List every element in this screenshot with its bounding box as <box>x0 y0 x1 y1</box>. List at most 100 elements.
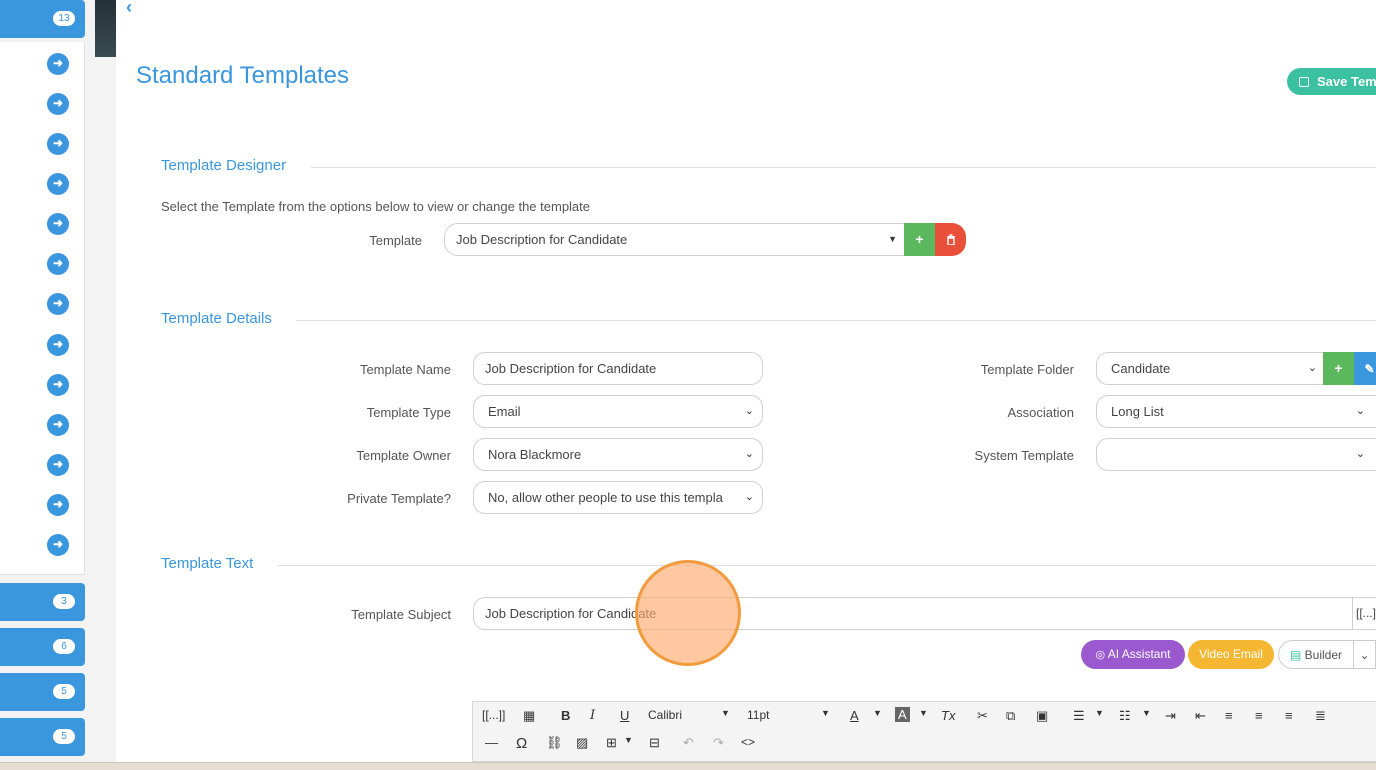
sidebar-group-item[interactable]: 5 <box>0 718 85 756</box>
table-icon[interactable]: ⊞ <box>606 735 617 751</box>
arrow-right-icon[interactable]: ➜ <box>47 293 69 315</box>
count-badge: 5 <box>53 684 75 699</box>
chevron-down-icon: ⌄ <box>1307 362 1317 374</box>
highlight-color-button[interactable]: A <box>895 707 910 722</box>
template-name-label: Template Name <box>359 362 451 377</box>
undo-icon[interactable]: ↶ <box>683 735 694 751</box>
arrow-right-icon[interactable]: ➜ <box>47 213 69 235</box>
click-indicator <box>635 560 741 666</box>
arrow-right-icon[interactable]: ➜ <box>47 53 69 75</box>
arrow-right-icon[interactable]: ➜ <box>47 173 69 195</box>
template-block-icon[interactable]: ▦ <box>523 708 535 724</box>
underline-button[interactable]: U <box>620 708 629 723</box>
font-family-select[interactable]: Calibri <box>648 708 682 722</box>
chevron-down-icon: ⌄ <box>1355 448 1365 460</box>
builder-icon: ▤ <box>1289 648 1302 662</box>
trash-icon <box>946 234 955 246</box>
caret-down-icon[interactable]: ▼ <box>919 708 928 718</box>
builder-button[interactable]: ▤ Builder <box>1278 640 1354 669</box>
arrow-right-icon[interactable]: ➜ <box>47 414 69 436</box>
ai-assistant-button[interactable]: ◎ AI Assistant <box>1081 640 1185 669</box>
caret-down-icon[interactable]: ▼ <box>721 708 730 718</box>
caret-down-icon[interactable]: ▼ <box>1095 708 1104 718</box>
cut-icon[interactable]: ✂ <box>977 708 988 724</box>
count-badge: 6 <box>53 639 75 654</box>
copy-icon[interactable]: ⧉ <box>1006 708 1015 724</box>
count-badge: 3 <box>53 594 75 609</box>
align-center-icon[interactable]: ≡ <box>1255 708 1263 723</box>
page-break-icon[interactable]: ⊟ <box>649 735 660 751</box>
indent-icon[interactable]: ⇥ <box>1165 708 1176 724</box>
source-code-button[interactable]: <> <box>741 735 755 749</box>
paste-icon[interactable]: ▣ <box>1036 708 1048 724</box>
arrow-right-icon[interactable]: ➜ <box>47 133 69 155</box>
template-type-label: Template Type <box>366 405 451 420</box>
divider <box>278 565 1376 566</box>
arrow-right-icon[interactable]: ➜ <box>47 454 69 476</box>
sidebar-header-item[interactable]: 13 <box>0 0 85 38</box>
template-folder-select[interactable]: Candidate ⌄ <box>1096 352 1326 385</box>
sidebar-group-item[interactable]: 5 <box>0 673 85 711</box>
justify-icon[interactable]: ≣ <box>1315 708 1326 724</box>
arrow-right-icon[interactable]: ➜ <box>47 334 69 356</box>
section-title-details: Template Details <box>161 310 272 327</box>
arrow-right-icon[interactable]: ➜ <box>47 494 69 516</box>
merge-field-tool[interactable]: [[...]] <box>482 708 505 722</box>
editor-toolbar: [[...]] ▦ B I U Calibri ▼ 11pt ▼ A ▼ A ▼… <box>472 701 1376 762</box>
arrow-right-icon[interactable]: ➜ <box>47 534 69 556</box>
align-right-icon[interactable]: ≡ <box>1285 708 1293 723</box>
private-template-label: Private Template? <box>347 491 451 506</box>
add-folder-button[interactable]: + <box>1323 352 1354 385</box>
sidebar-group-item[interactable]: 3 <box>0 583 85 621</box>
outdent-icon[interactable]: ⇤ <box>1195 708 1206 724</box>
template-subject-label: Template Subject <box>351 607 451 622</box>
template-type-select[interactable]: Email ⌄ <box>473 395 763 428</box>
numbered-list-icon[interactable]: ☷ <box>1119 708 1131 724</box>
bold-button[interactable]: B <box>561 708 570 723</box>
video-email-button[interactable]: Video Email <box>1188 640 1274 669</box>
template-name-input[interactable]: Job Description for Candidate <box>473 352 763 385</box>
special-char-button[interactable]: Ω <box>516 735 527 752</box>
arrow-right-icon[interactable]: ➜ <box>47 93 69 115</box>
horizontal-rule-icon[interactable]: — <box>485 735 498 750</box>
template-select[interactable]: Job Description for Candidate ▼ <box>444 223 906 256</box>
chat-icon: ◎ <box>1095 649 1106 661</box>
italic-button[interactable]: I <box>590 708 595 723</box>
builder-dropdown-button[interactable]: ⌄ <box>1354 640 1376 669</box>
system-template-label: System Template <box>974 448 1074 463</box>
edit-folder-button[interactable]: ✎ <box>1354 352 1376 385</box>
section-title-designer: Template Designer <box>161 157 287 174</box>
back-chevron-icon[interactable]: ‹ <box>126 0 132 18</box>
association-select[interactable]: Long List ⌄ <box>1096 395 1376 428</box>
redo-icon[interactable]: ↷ <box>713 735 724 751</box>
caret-down-icon[interactable]: ▼ <box>821 708 830 718</box>
merge-field-button[interactable]: [[...]] <box>1352 597 1376 630</box>
template-label: Template <box>369 233 422 248</box>
sidebar-group-item[interactable]: 6 <box>0 628 85 666</box>
add-template-button[interactable]: + <box>904 223 935 256</box>
helper-text: Select the Template from the options bel… <box>161 199 591 214</box>
text-color-button[interactable]: A <box>850 708 859 723</box>
bullet-list-icon[interactable]: ☰ <box>1073 708 1085 724</box>
template-owner-select[interactable]: Nora Blackmore ⌄ <box>473 438 763 471</box>
align-left-icon[interactable]: ≡ <box>1225 708 1233 723</box>
caret-down-icon[interactable]: ▼ <box>873 708 882 718</box>
system-template-select[interactable]: ⌄ <box>1096 438 1376 471</box>
delete-template-button[interactable] <box>935 223 966 256</box>
caret-down-icon[interactable]: ▼ <box>624 735 633 745</box>
arrow-right-icon[interactable]: ➜ <box>47 253 69 275</box>
arrow-right-icon[interactable]: ➜ <box>47 374 69 396</box>
link-icon[interactable]: ⛓ <box>546 735 563 751</box>
caret-down-icon[interactable]: ▼ <box>1142 708 1151 718</box>
count-badge: 13 <box>53 11 75 26</box>
save-template-button[interactable]: Save Temp <box>1287 68 1376 95</box>
count-badge: 5 <box>53 729 75 744</box>
private-template-select[interactable]: No, allow other people to use this templ… <box>473 481 763 514</box>
association-label: Association <box>1007 405 1074 420</box>
image-icon[interactable]: ▨ <box>576 735 588 751</box>
divider <box>296 320 1376 321</box>
template-subject-input[interactable]: Job Description for Candidate <box>473 597 1353 630</box>
template-owner-label: Template Owner <box>356 448 451 463</box>
font-size-select[interactable]: 11pt <box>747 708 769 722</box>
clear-format-button[interactable]: Tx <box>941 708 955 723</box>
